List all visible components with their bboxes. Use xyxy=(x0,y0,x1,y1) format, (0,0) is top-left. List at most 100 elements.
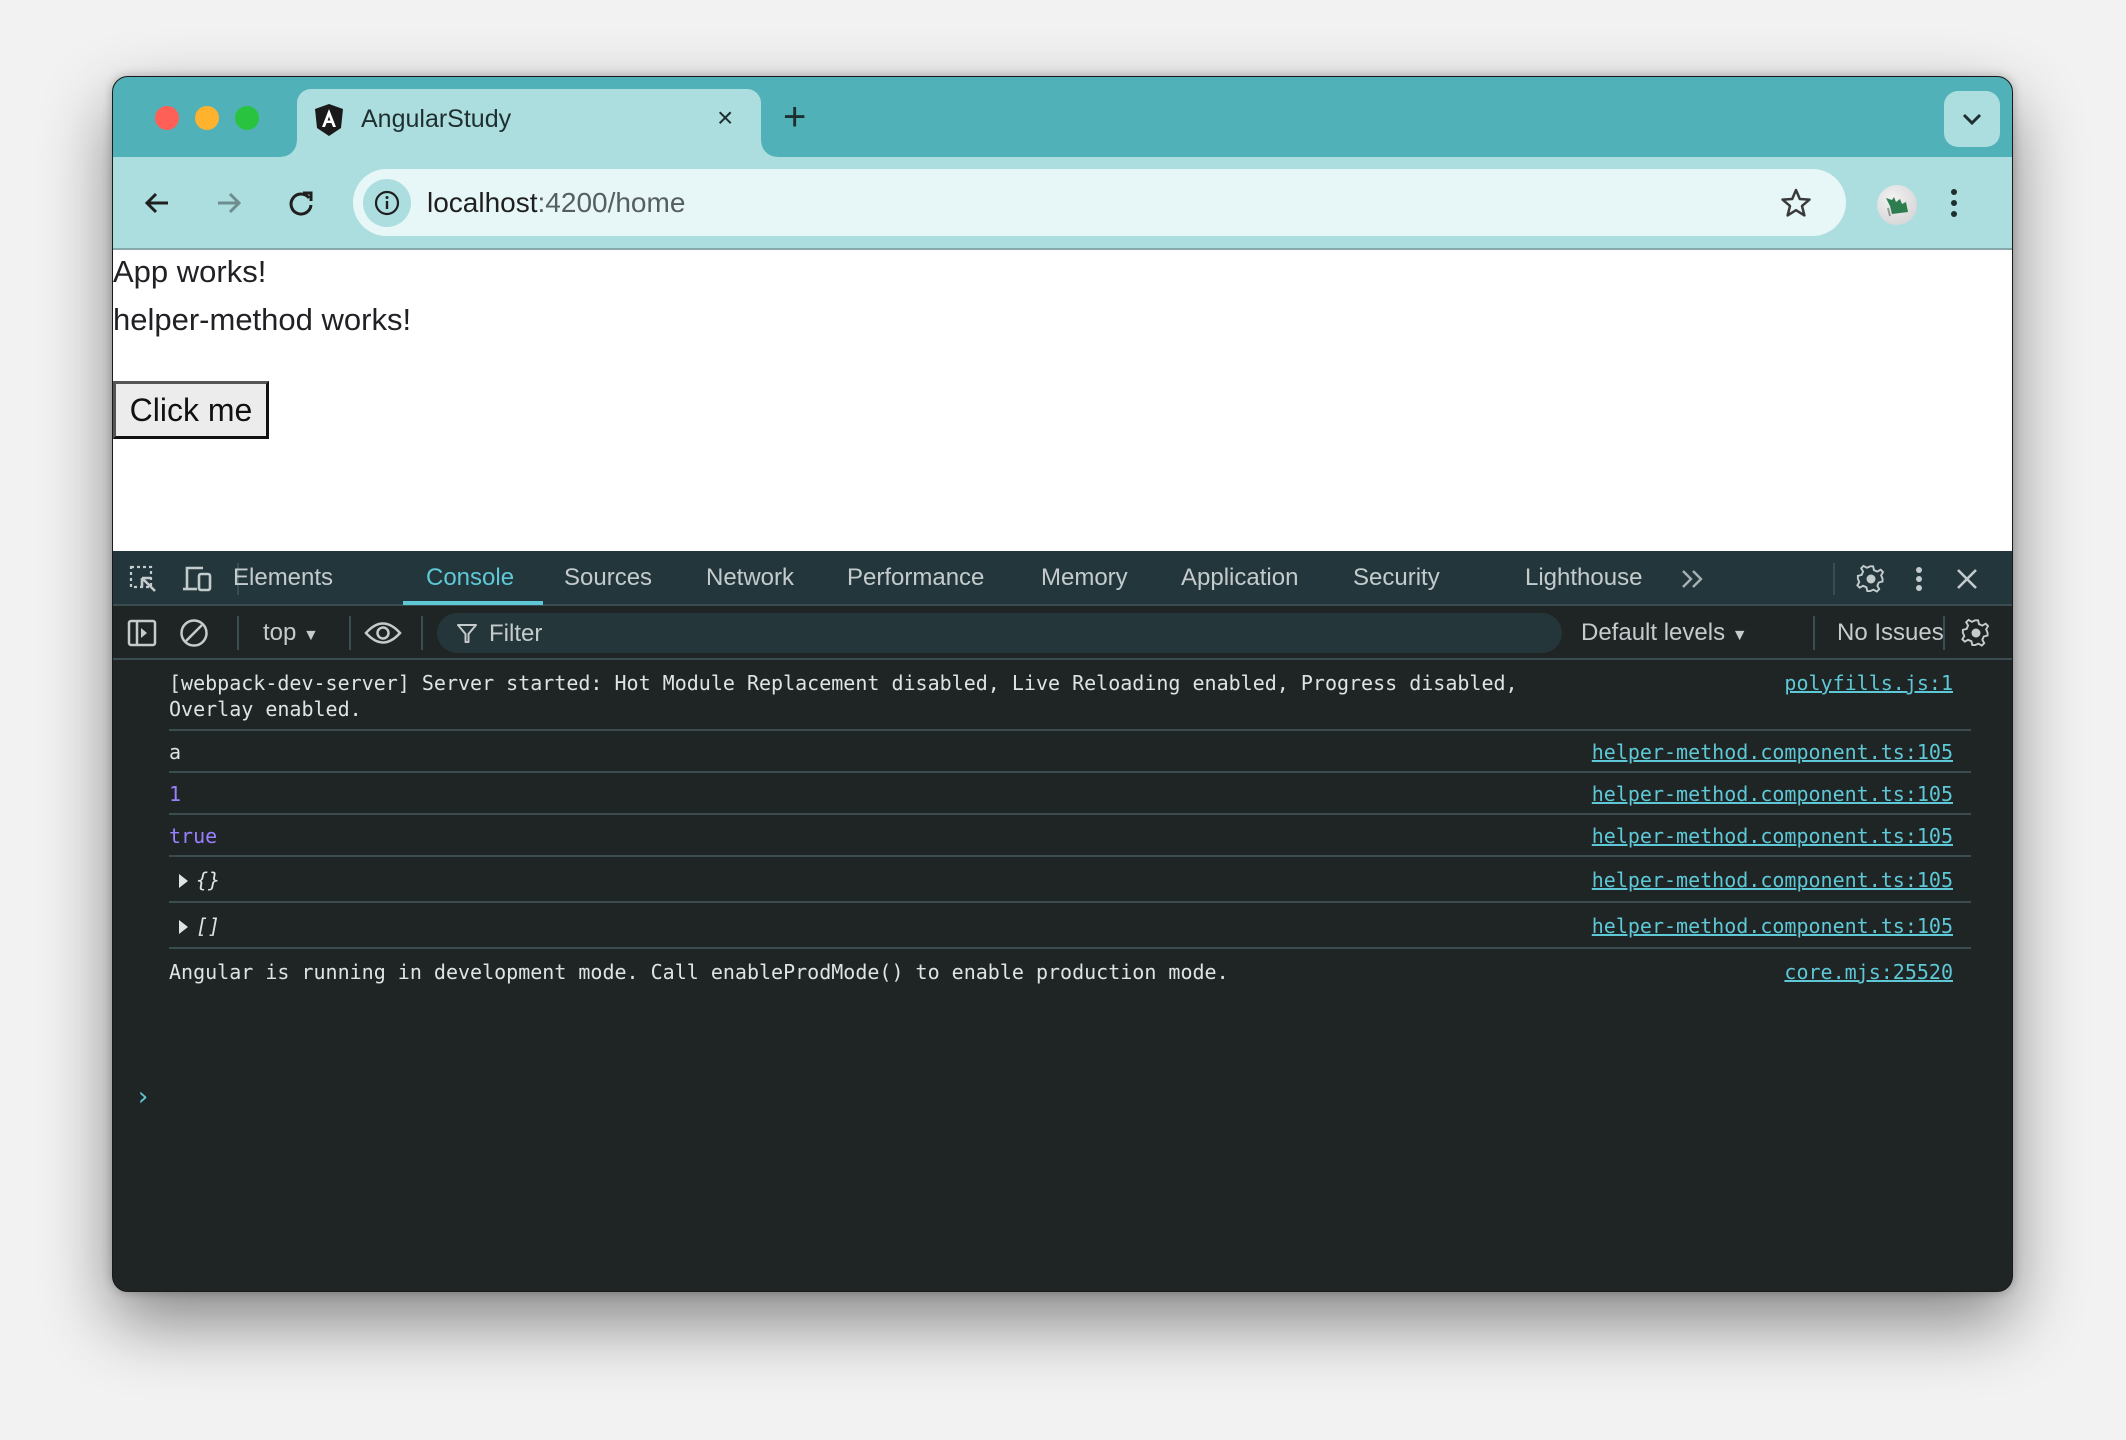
browser-toolbar: localhost:4200/home xyxy=(113,157,2012,250)
message-text: a xyxy=(169,740,182,764)
reload-icon xyxy=(289,191,313,216)
dinosaur-avatar-icon xyxy=(1886,197,1908,217)
message-text: Angular is running in development mode. … xyxy=(169,960,1229,984)
issues-button[interactable]: No Issues xyxy=(1837,619,1944,647)
kebab-dot xyxy=(1951,200,1957,206)
device-toggle-icon xyxy=(183,566,212,592)
tab-application[interactable]: Application xyxy=(1181,564,1298,592)
devtools-settings-button[interactable] xyxy=(1855,563,1887,595)
url-host: localhost xyxy=(427,187,538,218)
console-filter-input[interactable]: Filter xyxy=(437,613,1562,653)
log-levels-value: Default levels xyxy=(1581,619,1726,646)
tab-lighthouse[interactable]: Lighthouse xyxy=(1525,564,1642,592)
filter-placeholder: Filter xyxy=(489,620,543,647)
browser-tab[interactable]: AngularStudy × xyxy=(281,89,777,161)
message-source-link[interactable]: polyfills.js:1 xyxy=(1784,670,1953,696)
toolbar-divider xyxy=(421,616,423,650)
kebab-menu-icon xyxy=(1916,567,1922,591)
message-source-link[interactable]: core.mjs:25520 xyxy=(1784,959,1953,985)
toggle-sidebar-button[interactable] xyxy=(125,616,159,650)
message-source-link[interactable]: helper-method.component.ts:105 xyxy=(1592,781,1953,807)
live-expression-button[interactable] xyxy=(363,616,403,650)
tab-sources[interactable]: Sources xyxy=(564,564,652,592)
address-bar[interactable]: localhost:4200/home xyxy=(353,169,1846,236)
console-settings-button[interactable] xyxy=(1959,616,1993,650)
tab-memory[interactable]: Memory xyxy=(1041,564,1128,592)
inspect-icon xyxy=(129,565,156,592)
filter-icon xyxy=(457,624,477,643)
new-tab-button[interactable]: + xyxy=(783,97,806,137)
kebab-dot xyxy=(1951,211,1957,217)
url-text[interactable]: localhost:4200/home xyxy=(427,187,685,219)
message-text: [webpack-dev-server] Server started: Hot… xyxy=(169,671,1518,721)
back-arrow-icon xyxy=(144,192,168,214)
maximize-window-button[interactable] xyxy=(235,106,259,130)
devtools-menu-button[interactable] xyxy=(1903,563,1935,595)
toolbar-divider xyxy=(1943,616,1945,650)
console-message: a helper-method.component.ts:105 xyxy=(169,731,1971,773)
inspect-element-button[interactable] xyxy=(127,563,159,595)
tab-performance[interactable]: Performance xyxy=(847,564,984,592)
message-source-link[interactable]: helper-method.component.ts:105 xyxy=(1592,867,1953,893)
console-toolbar: top ▼ Filter Default levels ▼ No Issues xyxy=(113,606,2012,660)
sidebar-toggle-icon xyxy=(127,619,157,647)
console-message: [] helper-method.component.ts:105 xyxy=(169,903,1971,949)
close-window-button[interactable] xyxy=(155,106,179,130)
tab-close-icon[interactable]: × xyxy=(717,102,733,134)
tab-network[interactable]: Network xyxy=(706,564,794,592)
tab-elements[interactable]: Elements xyxy=(233,564,333,592)
toolbar-divider xyxy=(1833,563,1835,595)
chevron-down-icon xyxy=(1962,113,1982,126)
click-me-button[interactable]: Click me xyxy=(113,381,269,439)
tab-title: AngularStudy xyxy=(361,105,512,133)
back-button[interactable] xyxy=(139,185,175,221)
clear-console-icon xyxy=(180,619,208,647)
star-icon[interactable] xyxy=(1780,187,1812,219)
message-object[interactable]: [] xyxy=(169,913,220,939)
gear-icon xyxy=(1961,618,1990,647)
expand-triangle-icon[interactable] xyxy=(179,920,188,934)
message-text: {} xyxy=(196,868,221,892)
devtools-tab-bar: Elements Console Sources Network Perform… xyxy=(113,551,2012,606)
message-source-link[interactable]: helper-method.component.ts:105 xyxy=(1592,913,1953,939)
tab-search-button[interactable] xyxy=(1944,91,2000,147)
forward-button[interactable] xyxy=(211,185,247,221)
context-value: top xyxy=(263,619,297,646)
kebab-dot xyxy=(1951,189,1957,195)
avatar[interactable] xyxy=(1877,185,1917,225)
console-prompt[interactable]: › xyxy=(135,1082,151,1112)
browser-menu-button[interactable] xyxy=(1936,185,1972,221)
tab-console[interactable]: Console xyxy=(426,564,514,592)
close-devtools-button[interactable] xyxy=(1951,563,1983,595)
console-output: [webpack-dev-server] Server started: Hot… xyxy=(113,662,2012,1291)
device-toolbar-button[interactable] xyxy=(181,563,213,595)
minimize-window-button[interactable] xyxy=(195,106,219,130)
toolbar-divider xyxy=(1813,616,1815,650)
message-text: 1 xyxy=(169,782,182,806)
clear-console-button[interactable] xyxy=(177,616,211,650)
message-object[interactable]: {} xyxy=(169,867,220,893)
tab-strip: AngularStudy × + xyxy=(113,77,2012,161)
message-source-link[interactable]: helper-method.component.ts:105 xyxy=(1592,739,1953,765)
console-message: 1 helper-method.component.ts:105 xyxy=(169,773,1971,815)
page-viewport: App works! helper-method works! Click me xyxy=(113,250,2012,551)
helper-method-text: helper-method works! xyxy=(113,302,412,337)
console-message: {} helper-method.component.ts:105 xyxy=(169,857,1971,903)
site-info-button[interactable] xyxy=(363,179,411,227)
toolbar-divider xyxy=(349,616,351,650)
gear-icon xyxy=(1856,564,1885,593)
log-levels-dropdown[interactable]: Default levels ▼ xyxy=(1581,619,1748,647)
message-source-link[interactable]: helper-method.component.ts:105 xyxy=(1592,823,1953,849)
eye-icon xyxy=(364,622,402,644)
context-selector[interactable]: top ▼ xyxy=(263,619,319,647)
app-works-text: App works! xyxy=(113,254,267,289)
forward-arrow-icon xyxy=(218,192,242,214)
tab-security[interactable]: Security xyxy=(1353,564,1440,592)
reload-button[interactable] xyxy=(283,185,319,221)
message-text: [] xyxy=(196,914,221,938)
more-tabs-button[interactable] xyxy=(1677,563,1709,595)
browser-window: AngularStudy × + localhost:4200/home App… xyxy=(112,76,2013,1292)
dropdown-arrow-icon: ▼ xyxy=(1731,627,1748,644)
expand-triangle-icon[interactable] xyxy=(179,874,188,888)
message-text: true xyxy=(169,824,218,848)
